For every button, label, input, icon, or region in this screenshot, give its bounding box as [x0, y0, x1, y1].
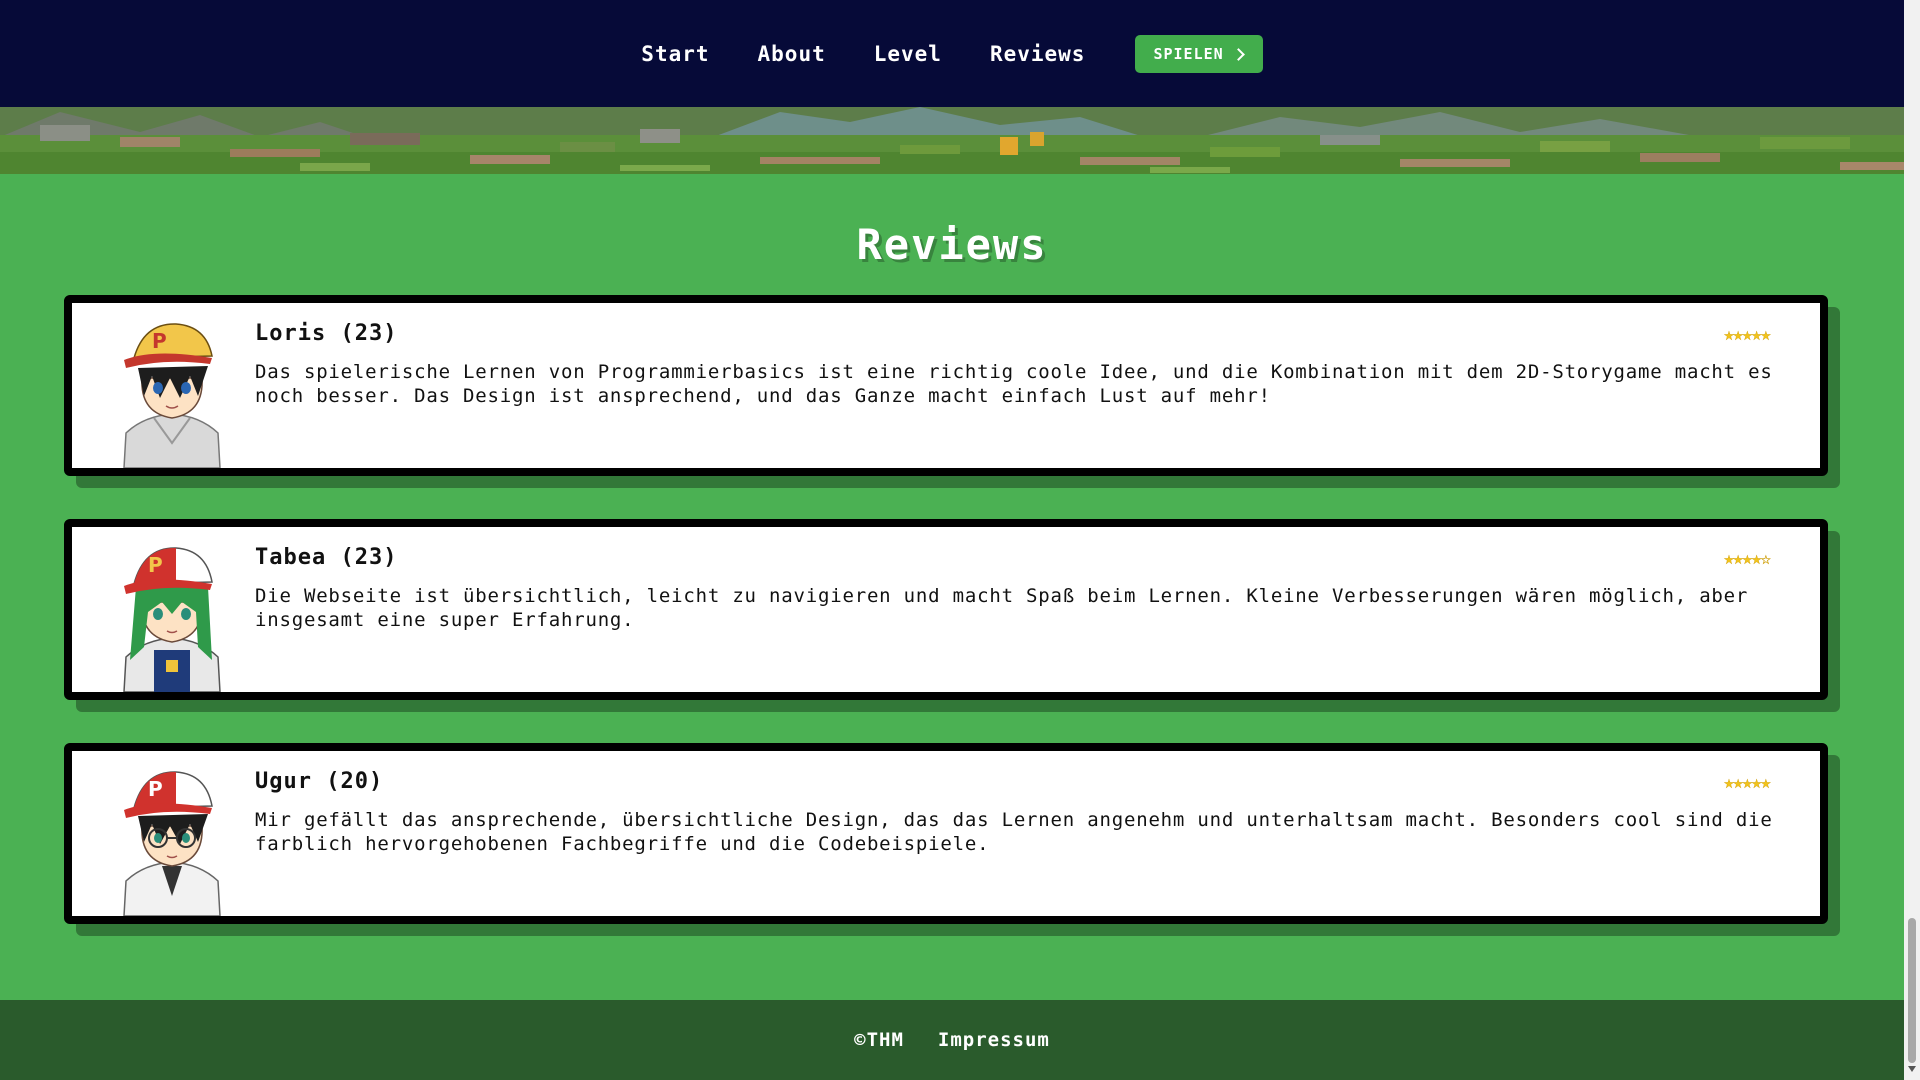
nav-link-level[interactable]: Level — [874, 42, 942, 66]
star-rating: ★★★★★ — [1723, 773, 1771, 793]
nav-link-start[interactable]: Start — [641, 42, 709, 66]
page-scrollbar[interactable] — [1904, 0, 1920, 1080]
reviews-list: P Loris (23) ★★★★★ Das spielerische Lern… — [64, 295, 1840, 967]
avatar-boy-glasses-icon: P — [114, 766, 230, 917]
footer-copyright: ©THM — [854, 1029, 904, 1051]
avatar-boy-yellow-cap-icon: P — [114, 318, 230, 469]
review-content: Ugur (20) ★★★★★ Mir gefällt das ansprech… — [255, 769, 1772, 856]
svg-text:P: P — [148, 553, 163, 577]
nav-link-about[interactable]: About — [758, 42, 826, 66]
reviewer-name: Tabea (23) — [255, 545, 398, 570]
review-content: Tabea (23) ★★★★☆ Die Webseite ist übersi… — [255, 545, 1771, 632]
review-text: Das spielerische Lernen von Programmierb… — [255, 361, 1773, 407]
review-content: Loris (23) ★★★★★ Das spielerische Lernen… — [255, 321, 1772, 408]
page: Start About Level Reviews SPIELEN Review… — [0, 0, 1904, 1080]
top-navigation: Start About Level Reviews SPIELEN — [0, 0, 1904, 107]
star-rating: ★★★★★ — [1723, 325, 1771, 345]
review-card: P Tabea (23) ★★★★☆ Die Webseite ist über… — [64, 519, 1828, 700]
review-header: Loris (23) ★★★★★ — [255, 321, 1771, 346]
footer: ©THM Impressum — [0, 1000, 1904, 1080]
star-rating: ★★★★☆ — [1723, 549, 1771, 569]
avatar-girl-green-hair-icon: P — [114, 542, 230, 693]
reviewer-name: Loris (23) — [255, 321, 398, 346]
review-text: Die Webseite ist übersichtlich, leicht z… — [255, 585, 1749, 631]
review-text: Mir gefällt das ansprechende, übersichtl… — [255, 809, 1773, 855]
reviewer-name: Ugur (20) — [255, 769, 384, 794]
nav-link-reviews[interactable]: Reviews — [990, 42, 1086, 66]
pixel-landscape-image — [0, 107, 1904, 174]
svg-text:P: P — [152, 329, 167, 353]
play-button[interactable]: SPIELEN — [1135, 34, 1263, 73]
play-button-label: SPIELEN — [1153, 44, 1224, 63]
footer-impressum-link[interactable]: Impressum — [938, 1029, 1050, 1051]
scrollbar-thumb[interactable] — [1908, 918, 1916, 1063]
review-header: Tabea (23) ★★★★☆ — [255, 545, 1771, 570]
pixel-landscape-banner — [0, 107, 1904, 174]
review-header: Ugur (20) ★★★★★ — [255, 769, 1771, 794]
scroll-down-arrow-icon[interactable] — [1908, 1066, 1916, 1072]
chevron-right-icon — [1231, 47, 1245, 61]
svg-text:P: P — [148, 777, 163, 801]
reviews-section-title: Reviews — [856, 220, 1048, 269]
review-card: P Loris (23) ★★★★★ Das spielerische Lern… — [64, 295, 1828, 476]
review-card: P Ugur (20) ★★★★★ Mir gefällt das anspre… — [64, 743, 1828, 924]
nav-links: Start About Level Reviews SPIELEN — [641, 34, 1263, 73]
